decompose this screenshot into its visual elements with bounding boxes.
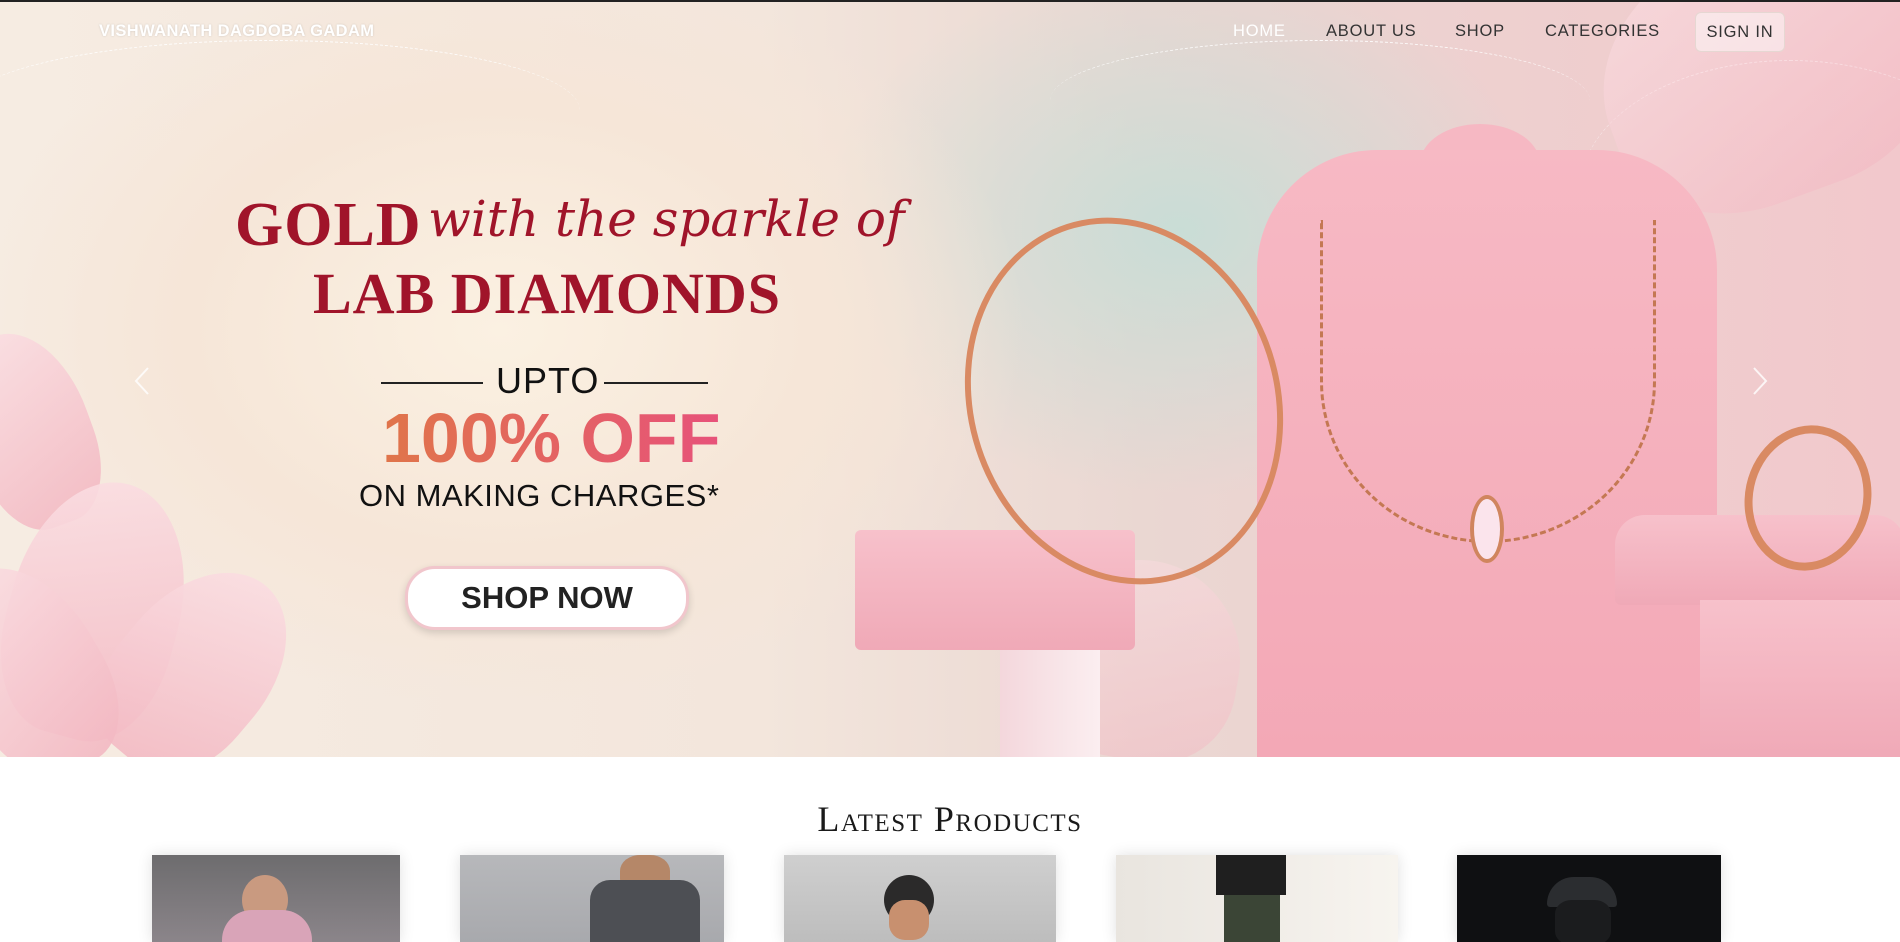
top-border <box>0 0 1900 2</box>
product-card[interactable] <box>784 855 1056 942</box>
hero-making-charges: ON MAKING CHARGES* <box>359 478 720 513</box>
product-card[interactable] <box>1116 855 1398 942</box>
hero-headline-diamonds: LAB DIAMONDS <box>313 261 781 326</box>
hero-banner: GOLD with the sparkle of LAB DIAMONDS UP… <box>0 0 1900 757</box>
product-image <box>784 855 1056 942</box>
hero-offer: 100% OFF <box>382 399 721 477</box>
product-image <box>1116 855 1398 942</box>
product-card[interactable] <box>1457 855 1721 942</box>
hero-headline-gold: GOLD <box>235 191 422 259</box>
nav-home[interactable]: HOME <box>1233 22 1286 41</box>
hero-upto: UPTO <box>496 360 600 401</box>
top-navbar: VISHWANATH DAGDOBA GADAM HOME ABOUT US S… <box>0 0 1900 62</box>
brand-logo[interactable]: VISHWANATH DAGDOBA GADAM <box>99 22 374 41</box>
nav-shop[interactable]: SHOP <box>1455 22 1505 41</box>
chevron-left-icon[interactable] <box>132 366 154 396</box>
product-image <box>460 855 724 942</box>
shop-now-button[interactable]: SHOP NOW <box>405 566 689 630</box>
latest-products-title: Latest Products <box>817 799 1083 839</box>
pendant-image <box>1470 495 1504 563</box>
chevron-right-icon[interactable] <box>1748 366 1770 396</box>
product-image <box>152 855 400 942</box>
nav-about-us[interactable]: ABOUT US <box>1326 22 1416 41</box>
divider-line <box>604 382 708 384</box>
product-image <box>1457 855 1721 942</box>
sign-in-button[interactable]: SIGN IN <box>1695 12 1785 52</box>
display-steps <box>1000 650 1100 757</box>
divider-line <box>381 382 483 384</box>
product-card[interactable] <box>152 855 400 942</box>
ring-pedestal-base <box>1700 600 1900 757</box>
hero-headline-script: with the sparkle of <box>428 190 905 248</box>
nav-categories[interactable]: CATEGORIES <box>1545 22 1660 41</box>
product-card[interactable] <box>460 855 724 942</box>
